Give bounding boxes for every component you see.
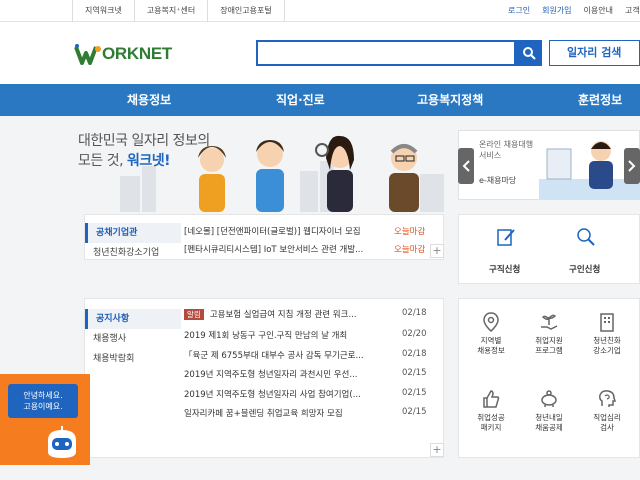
hero-title-line1: 대한민국 일자리 정보의 (78, 133, 210, 149)
alert-tag: 알림 (184, 309, 204, 320)
tab-notice[interactable]: 공지사항 (85, 309, 181, 329)
notice-date-3: 02/18 (402, 349, 427, 359)
chatbot-mascot-icon (48, 426, 76, 458)
notice-date-2: 02/20 (402, 329, 427, 339)
sprout-hand-icon (541, 314, 558, 330)
usage-guide-link[interactable]: 이용안내 (578, 0, 619, 22)
hero-banner: 대한민국 일자리 정보의 모든 것, 워크넷! (0, 116, 448, 212)
main-navigation: 채용정보 직업·진로 고용복지정책 훈련정보 (0, 84, 640, 116)
nav-welfare-policy[interactable]: 고용복지정책 (417, 84, 483, 116)
chevron-left-icon (462, 160, 470, 172)
notice-date-6: 02/15 (402, 407, 427, 417)
banner-next-button[interactable] (624, 148, 640, 184)
magnifier-icon (577, 228, 595, 246)
signup-link[interactable]: 회원가입 (536, 0, 577, 22)
notice-item-1[interactable]: 알림 고용보험 실업급여 지침 개정 관련 워크... (184, 308, 394, 320)
tab-public-recruit[interactable]: 공채기업관 (85, 223, 181, 243)
customer-link[interactable]: 고객 (619, 0, 640, 22)
e-recruit-banner[interactable]: 온라인 채용대행 서비스 e-채용마당 (458, 130, 640, 200)
public-recruit-more-button[interactable]: + (430, 244, 444, 258)
tab-job-fair[interactable]: 채용박람회 (85, 349, 181, 369)
resume-pen-icon (497, 229, 515, 246)
quick-success-package[interactable]: 취업성공 패키지 (466, 388, 516, 433)
job-search-button[interactable]: 일자리 검색 (549, 40, 640, 66)
notice-item-5[interactable]: 2019년 지역주도형 청년일자리 사업 참여기업(... (184, 388, 394, 400)
search-button[interactable] (516, 40, 542, 66)
banner-line3: e-채용마당 (479, 176, 517, 185)
deadline-badge-1: 오늘마감 (394, 227, 426, 237)
notice-item-4[interactable]: 2019년 지역주도형 청년일자리 과천시민 우선... (184, 368, 394, 380)
quick-regional-jobs[interactable]: 지역별 채용정보 (466, 311, 516, 356)
link-disabled-employment-portal[interactable]: 장애인고용포털 (208, 0, 285, 22)
quick-vocational-test[interactable]: 직업심리 검사 (582, 388, 632, 433)
link-employment-welfare-center[interactable]: 고용복지⁺센터 (135, 0, 209, 22)
notice-date-5: 02/15 (402, 388, 427, 398)
banner-prev-button[interactable] (458, 148, 474, 184)
notice-item-3[interactable]: 「육군 제 6755부대 대부수 공사 감독 무기근로... (184, 349, 394, 361)
notice-date-1: 02/18 (402, 308, 427, 318)
quick-youth-friendly-company[interactable]: 청년친화 강소기업 (582, 311, 632, 356)
family-site-links: 지역워크넷 고용복지⁺센터 장애인고용포털 (72, 0, 285, 22)
login-link[interactable]: 로그인 (502, 0, 536, 22)
chatbot-greeting: 안녕하세요. 고용이예요. (8, 384, 78, 418)
recruit-item-1[interactable]: [네오몰] [던전앤파이터(글로벌)] 웹디자이너 모집 (184, 225, 384, 237)
hero-highlight: 워크넷! (127, 153, 171, 169)
employer-apply-button[interactable]: 구인신청 (569, 263, 600, 275)
notice-tabs: 공지사항 채용행사 채용박람회 (85, 309, 181, 369)
chatbot-widget[interactable]: 안녕하세요. 고용이예요. (0, 374, 90, 465)
tab-youth-friendly[interactable]: 청년친화강소기업 (85, 243, 181, 263)
mind-test-icon (599, 390, 617, 407)
banner-line1: 온라인 채용대행 (479, 140, 534, 149)
people-illustration (120, 135, 444, 212)
nav-career[interactable]: 직업·진로 (276, 84, 325, 116)
search-icon (523, 47, 536, 60)
account-links: 로그인 회원가입 이용안내 고객 (502, 0, 640, 22)
banner-line2: 서비스 (479, 151, 502, 160)
thumbs-up-icon (483, 390, 500, 408)
piggy-bank-icon (541, 390, 557, 407)
building-icon (600, 313, 614, 332)
map-pin-icon (483, 312, 499, 332)
quick-youth-tomorrow-fund[interactable]: 청년내일 채움공제 (524, 388, 574, 433)
tab-recruit-event[interactable]: 채용행사 (85, 329, 181, 349)
public-recruit-tabs: 공채기업관 청년친화강소기업 (85, 223, 181, 263)
job-seeker-apply-button[interactable]: 구직신청 (489, 263, 520, 275)
deadline-badge-2: 오늘마감 (394, 245, 426, 255)
service-panel (458, 214, 640, 284)
recruit-item-2[interactable]: [펜타시큐리티시스템] IoT 보안서비스 관련 개발... (184, 243, 384, 255)
notice-more-button[interactable]: + (430, 443, 444, 457)
nav-job-info[interactable]: 채용정보 (127, 84, 171, 116)
worknet-w-logo-icon (74, 44, 101, 65)
search-input[interactable] (256, 40, 516, 66)
hero-title-line2: 모든 것, 워크넷! (78, 153, 171, 169)
notice-date-4: 02/15 (402, 368, 427, 378)
worknet-logo[interactable]: ORKNET (74, 42, 172, 66)
link-regional-worknet[interactable]: 지역워크넷 (72, 0, 135, 22)
notice-item-2[interactable]: 2019 제1회 낭동구 구인.구직 만남의 날 개최 (184, 329, 394, 341)
chevron-right-icon (628, 160, 636, 172)
site-header: ORKNET 일자리 검색 (0, 22, 640, 84)
utility-bar: 지역워크넷 고용복지⁺센터 장애인고용포털 로그인 회원가입 이용안내 고객 (0, 0, 640, 22)
quick-employment-program[interactable]: 취업지원 프로그램 (524, 311, 574, 356)
notice-item-6[interactable]: 일자리카페 꿈+블렌딩 취업교육 희망자 모집 (184, 407, 394, 419)
logo-text: ORKNET (102, 44, 172, 63)
nav-training-info[interactable]: 훈련정보 (578, 84, 622, 116)
